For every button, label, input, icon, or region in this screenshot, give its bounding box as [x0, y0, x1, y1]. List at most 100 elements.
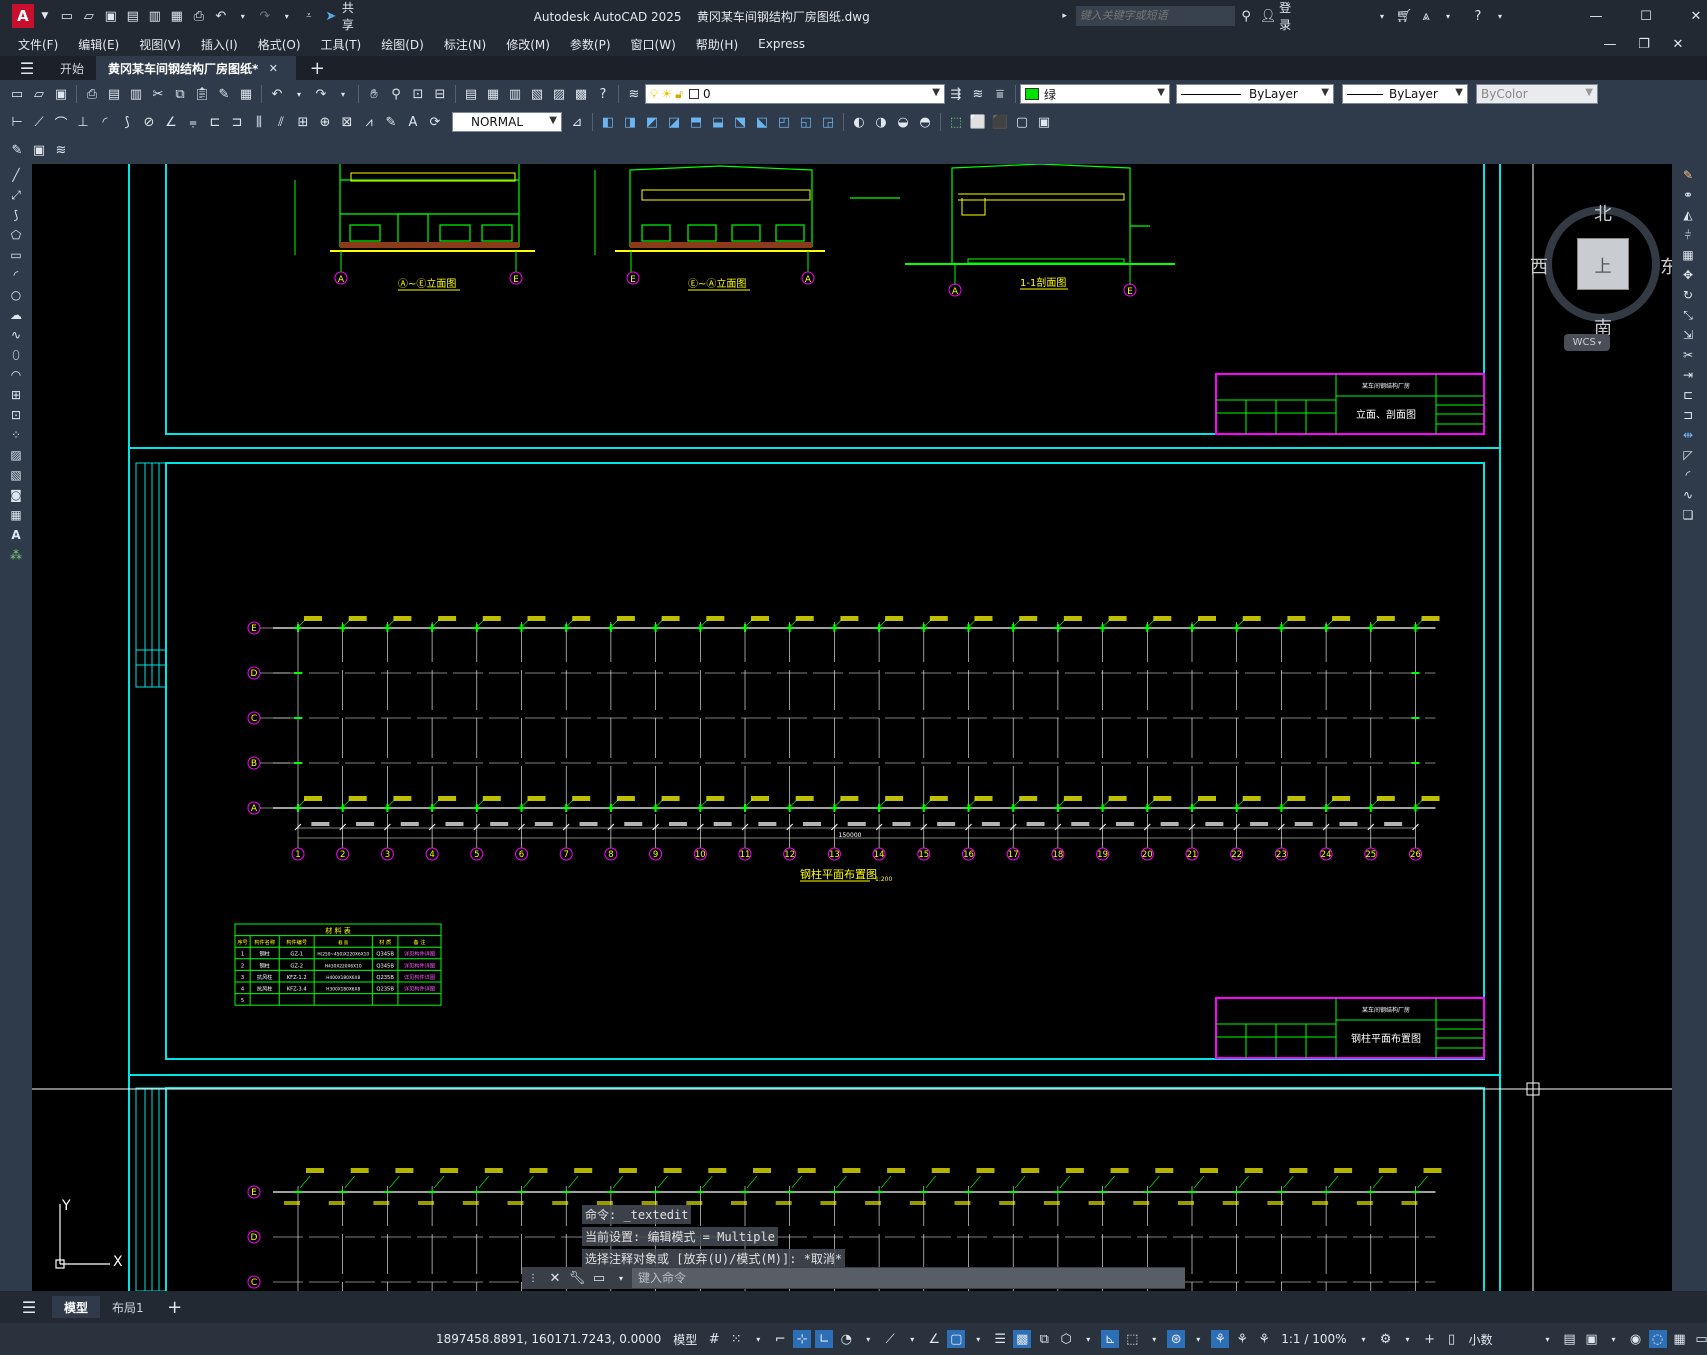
- units-dropdown-icon[interactable]: ▾: [1539, 1330, 1557, 1348]
- view-3d-9-icon[interactable]: ◰: [775, 113, 793, 131]
- lineweight-combo[interactable]: ByLayer ▼: [1342, 84, 1468, 104]
- properties-icon[interactable]: ▤: [462, 85, 480, 103]
- view-3d-10-icon[interactable]: ◱: [797, 113, 815, 131]
- visual-style-2-icon[interactable]: ◑: [872, 113, 890, 131]
- ucs-5-icon[interactable]: ▣: [1035, 113, 1053, 131]
- match-prop-icon[interactable]: ✎: [215, 85, 233, 103]
- dim-aligned-icon[interactable]: ⟋: [30, 113, 48, 131]
- apps-dropdown-icon[interactable]: ▾: [1439, 7, 1457, 25]
- lineweight-icon[interactable]: ☰: [991, 1330, 1009, 1348]
- lock-ui-icon[interactable]: ▣: [1583, 1330, 1601, 1348]
- polyline-icon[interactable]: ⟆: [6, 206, 26, 224]
- search-icon[interactable]: ⚲: [1237, 7, 1255, 25]
- copy-icon[interactable]: ⧉: [171, 85, 189, 103]
- ucs-1-icon[interactable]: ⬚: [947, 113, 965, 131]
- insert-block-icon[interactable]: ⊞: [6, 386, 26, 404]
- layout-menu-icon[interactable]: ☰: [20, 1298, 38, 1317]
- chamfer-icon[interactable]: ◸: [1678, 446, 1698, 464]
- tab-close-icon[interactable]: ✕: [264, 59, 282, 77]
- add-selected-icon[interactable]: ⁂: [6, 546, 26, 564]
- rotate-icon[interactable]: ↻: [1678, 286, 1698, 304]
- menu-dimension[interactable]: 标注(N): [444, 36, 486, 53]
- text-style-combo[interactable]: NORMAL ▼: [452, 112, 562, 132]
- join-icon[interactable]: ⇹: [1678, 426, 1698, 444]
- annotation-scale-value[interactable]: 1:1 / 100%: [1281, 1332, 1346, 1346]
- break-icon[interactable]: ⊐: [1678, 406, 1698, 424]
- 3d-osnap-icon[interactable]: ⬡: [1057, 1330, 1075, 1348]
- preview-icon[interactable]: ▤: [105, 85, 123, 103]
- app-menu-dropdown-icon[interactable]: ▼: [36, 7, 54, 25]
- zoom-previous-icon[interactable]: ⊟: [431, 85, 449, 103]
- tolerance-icon[interactable]: ⊞: [294, 113, 312, 131]
- search-expand-icon[interactable]: ▸: [1056, 7, 1074, 25]
- ucs-2-icon[interactable]: ⬜: [969, 113, 987, 131]
- help-dropdown-icon[interactable]: ▾: [1491, 7, 1509, 25]
- make-block-icon[interactable]: ⊡: [6, 406, 26, 424]
- dim-continue-icon[interactable]: ⊐: [228, 113, 246, 131]
- share-icon[interactable]: ➤: [322, 7, 340, 25]
- view-3d-6-icon[interactable]: ⬓: [709, 113, 727, 131]
- extend-icon[interactable]: ⇥: [1678, 366, 1698, 384]
- visual-style-3-icon[interactable]: ◒: [894, 113, 912, 131]
- undo-icon[interactable]: ↶: [212, 7, 230, 25]
- layer-states-icon[interactable]: ⩸: [991, 85, 1009, 103]
- menu-window[interactable]: 窗口(W): [631, 36, 676, 53]
- qnew-icon[interactable]: ▭: [8, 85, 26, 103]
- lock-ui-dropdown-icon[interactable]: ▾: [1605, 1330, 1623, 1348]
- dim-radius-icon[interactable]: ◜: [96, 113, 114, 131]
- minimize-icon[interactable]: —: [1587, 7, 1605, 25]
- layer-properties-icon[interactable]: ≋: [625, 85, 643, 103]
- trim-icon[interactable]: ✂: [1678, 346, 1698, 364]
- polygon-icon[interactable]: ⬠: [6, 226, 26, 244]
- inspect-icon[interactable]: ⊠: [338, 113, 356, 131]
- erase-icon[interactable]: ✎: [1678, 166, 1698, 184]
- save-icon[interactable]: ▣: [102, 7, 120, 25]
- osnap-icon[interactable]: ▢: [947, 1330, 966, 1348]
- menu-modify[interactable]: 修改(M): [506, 36, 550, 53]
- menu-file[interactable]: 文件(F): [18, 36, 58, 53]
- snap-dropdown-icon[interactable]: ▾: [749, 1330, 767, 1348]
- layer-tool-3-icon[interactable]: ≋: [52, 141, 70, 159]
- doc-minimize-icon[interactable]: —: [1601, 35, 1619, 53]
- quick-dim-icon[interactable]: ⩦: [184, 113, 202, 131]
- command-input[interactable]: [632, 1268, 1185, 1288]
- wcs-menu[interactable]: WCS ▾: [1564, 334, 1610, 351]
- tab-model[interactable]: 模型: [52, 1296, 101, 1318]
- viewcube-north[interactable]: 北: [1594, 200, 1612, 226]
- workspace-dropdown-icon[interactable]: ▾: [1399, 1330, 1417, 1348]
- view-3d-8-icon[interactable]: ⬕: [753, 113, 771, 131]
- polar-dropdown-icon[interactable]: ▾: [859, 1330, 877, 1348]
- undo-dropdown-icon[interactable]: ▾: [234, 7, 252, 25]
- center-mark-icon[interactable]: ⊕: [316, 113, 334, 131]
- view-3d-3-icon[interactable]: ◩: [643, 113, 661, 131]
- close-icon[interactable]: ✕: [1687, 7, 1705, 25]
- help-icon[interactable]: ?: [1469, 7, 1487, 25]
- dim-diameter-icon[interactable]: ⊘: [140, 113, 158, 131]
- isolate-objects-icon[interactable]: ◉: [1627, 1330, 1645, 1348]
- visual-style-1-icon[interactable]: ◐: [850, 113, 868, 131]
- spline-icon[interactable]: ∿: [6, 326, 26, 344]
- viewcube[interactable]: 上 北 南 西 东: [1530, 184, 1672, 339]
- line-icon[interactable]: ╱: [6, 166, 26, 184]
- layer-previous-icon[interactable]: ≋: [969, 85, 987, 103]
- selection-filter-dropdown-icon[interactable]: ▾: [1145, 1330, 1163, 1348]
- tab-drawing[interactable]: 黄冈某车间钢结构厂房图纸* ✕: [96, 56, 297, 80]
- offset-icon[interactable]: ⫩: [1678, 226, 1698, 244]
- open-icon[interactable]: ▱: [30, 85, 48, 103]
- dim-ordinate-icon[interactable]: ⊥: [74, 113, 92, 131]
- annotation-monitor-icon[interactable]: +: [1421, 1330, 1439, 1348]
- dim-update-icon[interactable]: ⟳: [426, 113, 444, 131]
- plot-icon[interactable]: ⎙: [83, 85, 101, 103]
- osnap-dropdown-icon[interactable]: ▾: [969, 1330, 987, 1348]
- selection-cycling-icon[interactable]: ⧉: [1035, 1330, 1053, 1348]
- command-recent-icon[interactable]: ▭: [590, 1269, 608, 1287]
- isodraft-icon[interactable]: ⟋: [881, 1330, 899, 1348]
- transparency-icon[interactable]: ▩: [1013, 1330, 1032, 1348]
- ucs-4-icon[interactable]: ▢: [1013, 113, 1031, 131]
- design-center-icon[interactable]: ▦: [484, 85, 502, 103]
- annotation-visibility-icon[interactable]: ⚘: [1211, 1330, 1230, 1348]
- redo-tb-dropdown-icon[interactable]: ▾: [334, 85, 352, 103]
- arc-icon[interactable]: ◜: [6, 266, 26, 284]
- save-as-icon[interactable]: ▤: [124, 7, 142, 25]
- view-3d-11-icon[interactable]: ◲: [819, 113, 837, 131]
